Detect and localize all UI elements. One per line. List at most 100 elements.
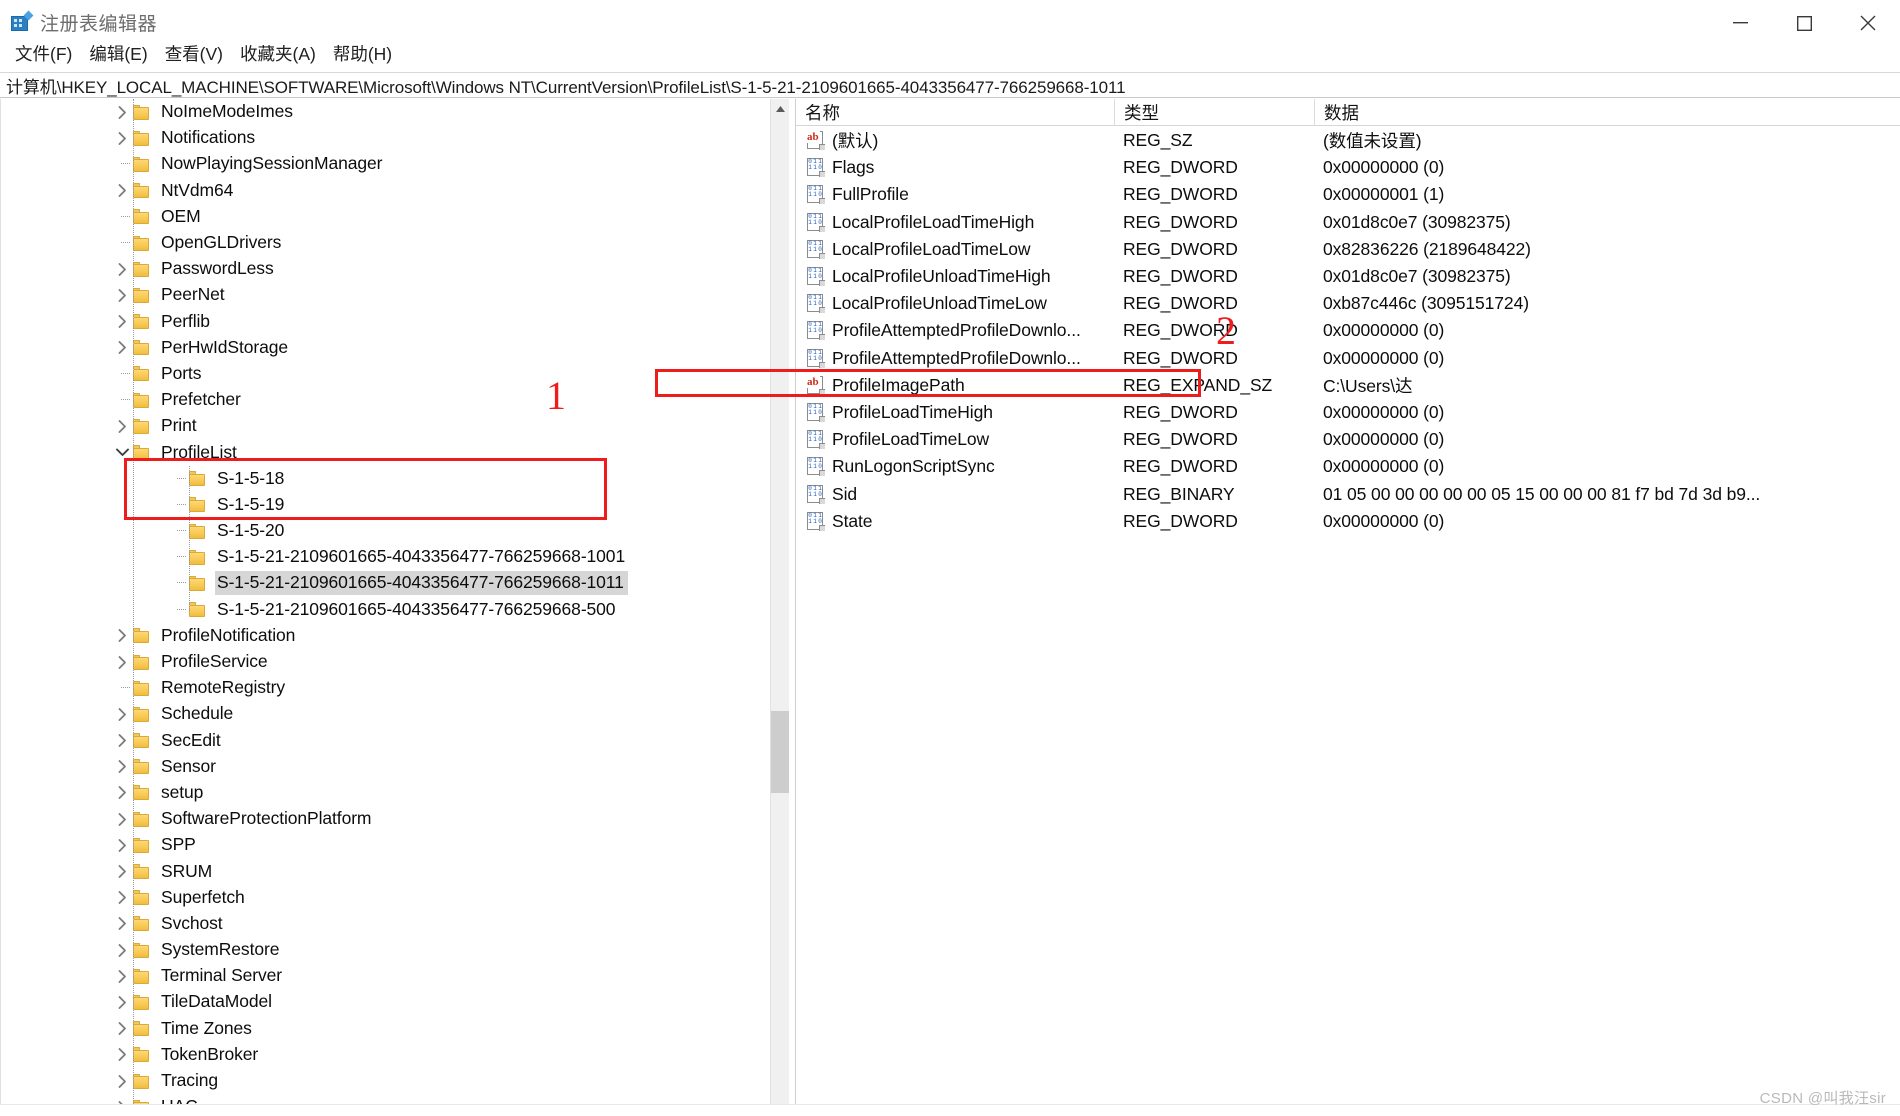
- values-row[interactable]: 0 1 1 1 1 0 Sid REG_BINARY 01 05 00 00 00 00 00 …: [796, 480, 1900, 507]
- tree-item-s-1-5-18[interactable]: S-1-5-18: [1, 466, 771, 492]
- tree-item-perflib[interactable]: Perflib: [1, 309, 771, 335]
- values-row[interactable]: 0 1 1 1 1 0 Flags REG_DWORD 0x00000000 (0): [796, 154, 1900, 181]
- chevron-right-icon[interactable]: [111, 335, 133, 361]
- tree-item-secedit[interactable]: SecEdit: [1, 728, 771, 754]
- tree-item-ntvdm64[interactable]: NtVdm64: [1, 178, 771, 204]
- menu-item-view[interactable]: 查看(V): [157, 39, 232, 68]
- tree-item-s-1-5-20[interactable]: S-1-5-20: [1, 518, 771, 544]
- chevron-right-icon[interactable]: [111, 178, 133, 204]
- tree-item-print[interactable]: Print: [1, 413, 771, 439]
- column-header-name[interactable]: 名称: [796, 99, 1114, 126]
- tree-item-superfetch[interactable]: Superfetch: [1, 885, 771, 911]
- chevron-right-icon[interactable]: [111, 125, 133, 151]
- tree-item-s-1-5-21-2109601665-4043356477-766259668-1001[interactable]: S-1-5-21-2109601665-4043356477-766259668…: [1, 544, 771, 570]
- chevron-right-icon[interactable]: [111, 623, 133, 649]
- tree-item-srum[interactable]: SRUM: [1, 858, 771, 884]
- tree-scrollbar[interactable]: [770, 99, 789, 1116]
- tree-item-prefetcher[interactable]: Prefetcher: [1, 387, 771, 413]
- values-row[interactable]: ab (默认) REG_SZ (数值未设置): [796, 127, 1900, 154]
- tree-item-nowplayingsessionmanager[interactable]: NowPlayingSessionManager: [1, 151, 771, 177]
- tree-item-label: SPP: [161, 834, 196, 855]
- tree-item-systemrestore[interactable]: SystemRestore: [1, 937, 771, 963]
- menu-item-favorites[interactable]: 收藏夹(A): [232, 39, 325, 68]
- values-row[interactable]: 0 1 1 1 1 0 LocalProfileLoadTimeLow REG_DWORD 0x…: [796, 236, 1900, 263]
- tree-item-perhwidstorage[interactable]: PerHwIdStorage: [1, 335, 771, 361]
- chevron-right-icon[interactable]: [111, 989, 133, 1015]
- tree-item-oem[interactable]: OEM: [1, 204, 771, 230]
- tree-item-setup[interactable]: setup: [1, 780, 771, 806]
- column-header-data[interactable]: 数据: [1314, 98, 1900, 126]
- registry-tree-pane[interactable]: NoImeModeImes Notifications NowPlayingSess…: [1, 99, 790, 1116]
- tree-item-svchost[interactable]: Svchost: [1, 911, 771, 937]
- tree-item-notifications[interactable]: Notifications: [1, 125, 771, 151]
- menu-item-help[interactable]: 帮助(H): [325, 39, 401, 68]
- chevron-right-icon[interactable]: [111, 99, 133, 125]
- tree-item-softwareprotectionplatform[interactable]: SoftwareProtectionPlatform: [1, 806, 771, 832]
- values-row[interactable]: 0 1 1 1 1 0 LocalProfileUnloadTimeLow REG_DWORD…: [796, 290, 1900, 317]
- tree-item-s-1-5-21-2109601665-4043356477-766259668-1011[interactable]: S-1-5-21-2109601665-4043356477-766259668…: [1, 570, 771, 596]
- tree-item-timezones[interactable]: Time Zones: [1, 1016, 771, 1042]
- tree-item-profilenotification[interactable]: ProfileNotification: [1, 623, 771, 649]
- chevron-right-icon[interactable]: [111, 832, 133, 858]
- column-header-type[interactable]: 类型: [1114, 98, 1314, 126]
- value-type: REG_BINARY: [1123, 483, 1235, 504]
- menu-item-file[interactable]: 文件(F): [7, 39, 81, 68]
- chevron-right-icon[interactable]: [111, 1042, 133, 1068]
- values-row[interactable]: 0 1 1 1 1 0 State REG_DWORD 0x00000000 (0): [796, 508, 1900, 535]
- chevron-right-icon[interactable]: [111, 728, 133, 754]
- tree-item-terminalserver[interactable]: Terminal Server: [1, 963, 771, 989]
- chevron-right-icon[interactable]: [111, 911, 133, 937]
- main-content: NoImeModeImes Notifications NowPlayingSess…: [0, 98, 1900, 1116]
- chevron-right-icon[interactable]: [111, 1068, 133, 1094]
- tree-item-label: Svchost: [161, 912, 223, 933]
- tree-item-schedule[interactable]: Schedule: [1, 701, 771, 727]
- tree-item-s-1-5-19[interactable]: S-1-5-19: [1, 492, 771, 518]
- tree-item-noimemodeimes[interactable]: NoImeModeImes: [1, 99, 771, 125]
- tree-item-tracing[interactable]: Tracing: [1, 1068, 771, 1094]
- tree-item-spp[interactable]: SPP: [1, 832, 771, 858]
- values-row[interactable]: 0 1 1 1 1 0 ProfileLoadTimeLow REG_DWORD 0x00000…: [796, 426, 1900, 453]
- address-bar[interactable]: 计算机\HKEY_LOCAL_MACHINE\SOFTWARE\Microsof…: [0, 72, 1900, 98]
- values-row[interactable]: ab ProfileImagePath REG_EXPAND_SZ C:\Users\…: [796, 372, 1900, 399]
- values-row[interactable]: 0 1 1 1 1 0 LocalProfileLoadTimeHigh REG_DWORD 0…: [796, 209, 1900, 236]
- chevron-right-icon[interactable]: [111, 754, 133, 780]
- tree-item-tokenbroker[interactable]: TokenBroker: [1, 1042, 771, 1068]
- chevron-right-icon[interactable]: [111, 309, 133, 335]
- chevron-right-icon[interactable]: [111, 282, 133, 308]
- chevron-right-icon[interactable]: [111, 937, 133, 963]
- values-row[interactable]: 0 1 1 1 1 0 ProfileAttemptedProfileDownlo... RE…: [796, 345, 1900, 372]
- chevron-right-icon[interactable]: [111, 963, 133, 989]
- tree-item-profileservice[interactable]: ProfileService: [1, 649, 771, 675]
- tree-scroll-thumb[interactable]: [771, 711, 789, 793]
- tree-item-passwordless[interactable]: PasswordLess: [1, 256, 771, 282]
- tree-item-s-1-5-21-2109601665-4043356477-766259668-500[interactable]: S-1-5-21-2109601665-4043356477-766259668…: [1, 597, 771, 623]
- chevron-right-icon[interactable]: [111, 701, 133, 727]
- window-title: 注册表编辑器: [40, 14, 158, 35]
- menu-item-edit[interactable]: 编辑(E): [81, 39, 156, 68]
- chevron-right-icon[interactable]: [111, 885, 133, 911]
- chevron-right-icon[interactable]: [111, 413, 133, 439]
- tree-item-sensor[interactable]: Sensor: [1, 754, 771, 780]
- values-row[interactable]: 0 1 1 1 1 0 ProfileAttemptedProfileDownlo... RE…: [796, 317, 1900, 344]
- registry-values-pane[interactable]: 名称 类型 数据 ab (默认) REG_SZ (数值未设置) 0 1 1 1 1 0 Flags R…: [795, 98, 1900, 1116]
- scroll-up-arrow[interactable]: [771, 99, 789, 118]
- chevron-right-icon[interactable]: [111, 649, 133, 675]
- tree-item-remoteregistry[interactable]: RemoteRegistry: [1, 675, 771, 701]
- chevron-right-icon[interactable]: [111, 859, 133, 885]
- values-row[interactable]: 0 1 1 1 1 0 RunLogonScriptSync REG_DWORD 0x00000…: [796, 453, 1900, 480]
- registry-tree[interactable]: NoImeModeImes Notifications NowPlayingSess…: [1, 99, 771, 1116]
- chevron-right-icon[interactable]: [111, 256, 133, 282]
- values-row[interactable]: 0 1 1 1 1 0 ProfileLoadTimeHigh REG_DWORD 0x0000…: [796, 399, 1900, 426]
- tree-item-ports[interactable]: Ports: [1, 361, 771, 387]
- chevron-down-icon[interactable]: [111, 440, 133, 466]
- chevron-right-icon[interactable]: [111, 1016, 133, 1042]
- tree-item-tiledatamodel[interactable]: TileDataModel: [1, 989, 771, 1015]
- values-row[interactable]: 0 1 1 1 1 0 FullProfile REG_DWORD 0x00000001 (1): [796, 181, 1900, 208]
- values-list[interactable]: ab (默认) REG_SZ (数值未设置) 0 1 1 1 1 0 Flags REG_DWORD 0…: [796, 127, 1900, 535]
- chevron-right-icon[interactable]: [111, 780, 133, 806]
- tree-item-peernet[interactable]: PeerNet: [1, 282, 771, 308]
- tree-item-profilelist[interactable]: ProfileList: [1, 439, 771, 465]
- values-row[interactable]: 0 1 1 1 1 0 LocalProfileUnloadTimeHigh REG_DWOR…: [796, 263, 1900, 290]
- tree-item-opengldrivers[interactable]: OpenGLDrivers: [1, 230, 771, 256]
- chevron-right-icon[interactable]: [111, 806, 133, 832]
